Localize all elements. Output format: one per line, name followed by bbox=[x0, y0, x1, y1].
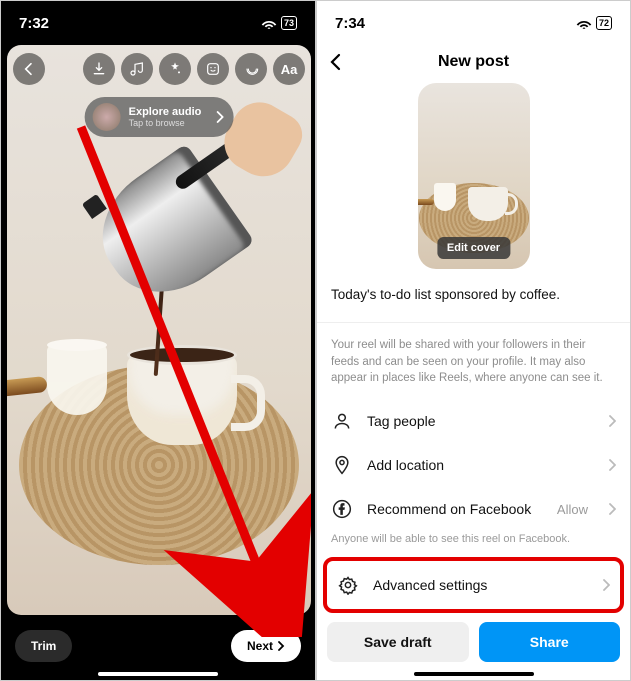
chevron-right-icon bbox=[602, 579, 610, 591]
new-post-screen: 7:34 72 New post Edit cover Today's to-d… bbox=[316, 0, 631, 681]
status-time: 7:32 bbox=[19, 15, 49, 32]
gear-icon bbox=[337, 575, 359, 595]
back-button[interactable] bbox=[329, 53, 353, 71]
download-icon[interactable] bbox=[83, 53, 115, 85]
recommend-facebook-label: Recommend on Facebook bbox=[367, 501, 543, 517]
explore-audio-thumb bbox=[93, 103, 121, 131]
cover-preview[interactable]: Edit cover bbox=[418, 83, 530, 269]
chevron-right-icon bbox=[215, 111, 223, 123]
share-helper-text: Your reel will be shared with your follo… bbox=[317, 323, 630, 399]
location-icon bbox=[331, 455, 353, 475]
edit-cover-button[interactable]: Edit cover bbox=[437, 237, 510, 259]
photo-kettle bbox=[79, 144, 254, 317]
page-title: New post bbox=[353, 53, 594, 71]
sticker-icon[interactable] bbox=[197, 53, 229, 85]
battery-icon: 73 bbox=[281, 16, 297, 30]
photo-utensil bbox=[7, 376, 48, 398]
add-location-row[interactable]: Add location bbox=[317, 443, 630, 487]
action-bar: Save draft Share bbox=[317, 622, 630, 662]
music-icon[interactable] bbox=[121, 53, 153, 85]
caption-field[interactable]: Today's to-do list sponsored by coffee. bbox=[317, 269, 630, 322]
status-time: 7:34 bbox=[335, 15, 365, 32]
save-draft-button[interactable]: Save draft bbox=[327, 622, 469, 662]
editor-toolbar: Aa bbox=[13, 53, 305, 85]
editor-canvas[interactable]: Aa Explore audio Tap to browse bbox=[7, 45, 311, 615]
explore-audio-subtitle: Tap to browse bbox=[129, 118, 202, 128]
photo-mug bbox=[127, 355, 237, 445]
battery-icon: 72 bbox=[596, 16, 612, 30]
explore-audio-title: Explore audio bbox=[129, 106, 202, 118]
advanced-settings-row[interactable]: Advanced settings bbox=[327, 561, 620, 609]
wifi-icon bbox=[261, 18, 277, 29]
photo-milk-glass bbox=[47, 345, 107, 415]
tag-people-label: Tag people bbox=[367, 413, 594, 429]
trim-button[interactable]: Trim bbox=[15, 630, 72, 662]
status-right: 73 bbox=[261, 16, 297, 30]
annotation-highlight: Advanced settings bbox=[323, 557, 624, 613]
explore-audio-pill[interactable]: Explore audio Tap to browse bbox=[85, 97, 234, 137]
photo-mug-rim bbox=[127, 345, 237, 365]
statusbar-left: 7:32 73 bbox=[1, 1, 315, 45]
statusbar-right: 7:34 72 bbox=[317, 1, 630, 45]
chevron-right-icon bbox=[277, 641, 285, 651]
text-icon[interactable]: Aa bbox=[273, 53, 305, 85]
reel-editor-screen: 7:32 73 Aa Explore audio Tap to browse bbox=[0, 0, 316, 681]
explore-audio-text: Explore audio Tap to browse bbox=[129, 106, 202, 128]
next-button[interactable]: Next bbox=[231, 630, 301, 662]
advanced-settings-label: Advanced settings bbox=[373, 577, 588, 593]
effects-icon[interactable] bbox=[159, 53, 191, 85]
person-icon bbox=[331, 411, 353, 431]
editor-bottombar: Trim Next bbox=[1, 630, 315, 662]
chevron-right-icon bbox=[608, 503, 616, 515]
next-button-label: Next bbox=[247, 639, 273, 653]
tag-people-row[interactable]: Tag people bbox=[317, 399, 630, 443]
voiceover-icon[interactable] bbox=[235, 53, 267, 85]
chevron-right-icon bbox=[608, 459, 616, 471]
share-button[interactable]: Share bbox=[479, 622, 621, 662]
newpost-header: New post bbox=[317, 45, 630, 79]
recommend-facebook-row[interactable]: Recommend on Facebook Allow bbox=[317, 487, 630, 531]
home-indicator[interactable] bbox=[98, 672, 218, 676]
chevron-left-icon bbox=[329, 53, 341, 71]
add-location-label: Add location bbox=[367, 457, 594, 473]
wifi-icon bbox=[576, 18, 592, 29]
chevron-right-icon bbox=[608, 415, 616, 427]
home-indicator[interactable] bbox=[414, 672, 534, 676]
status-right: 72 bbox=[576, 16, 612, 30]
recommend-facebook-value: Allow bbox=[557, 502, 588, 517]
recommend-facebook-helper: Anyone will be able to see this reel on … bbox=[317, 531, 630, 555]
back-icon[interactable] bbox=[13, 53, 45, 85]
facebook-icon bbox=[331, 499, 353, 519]
